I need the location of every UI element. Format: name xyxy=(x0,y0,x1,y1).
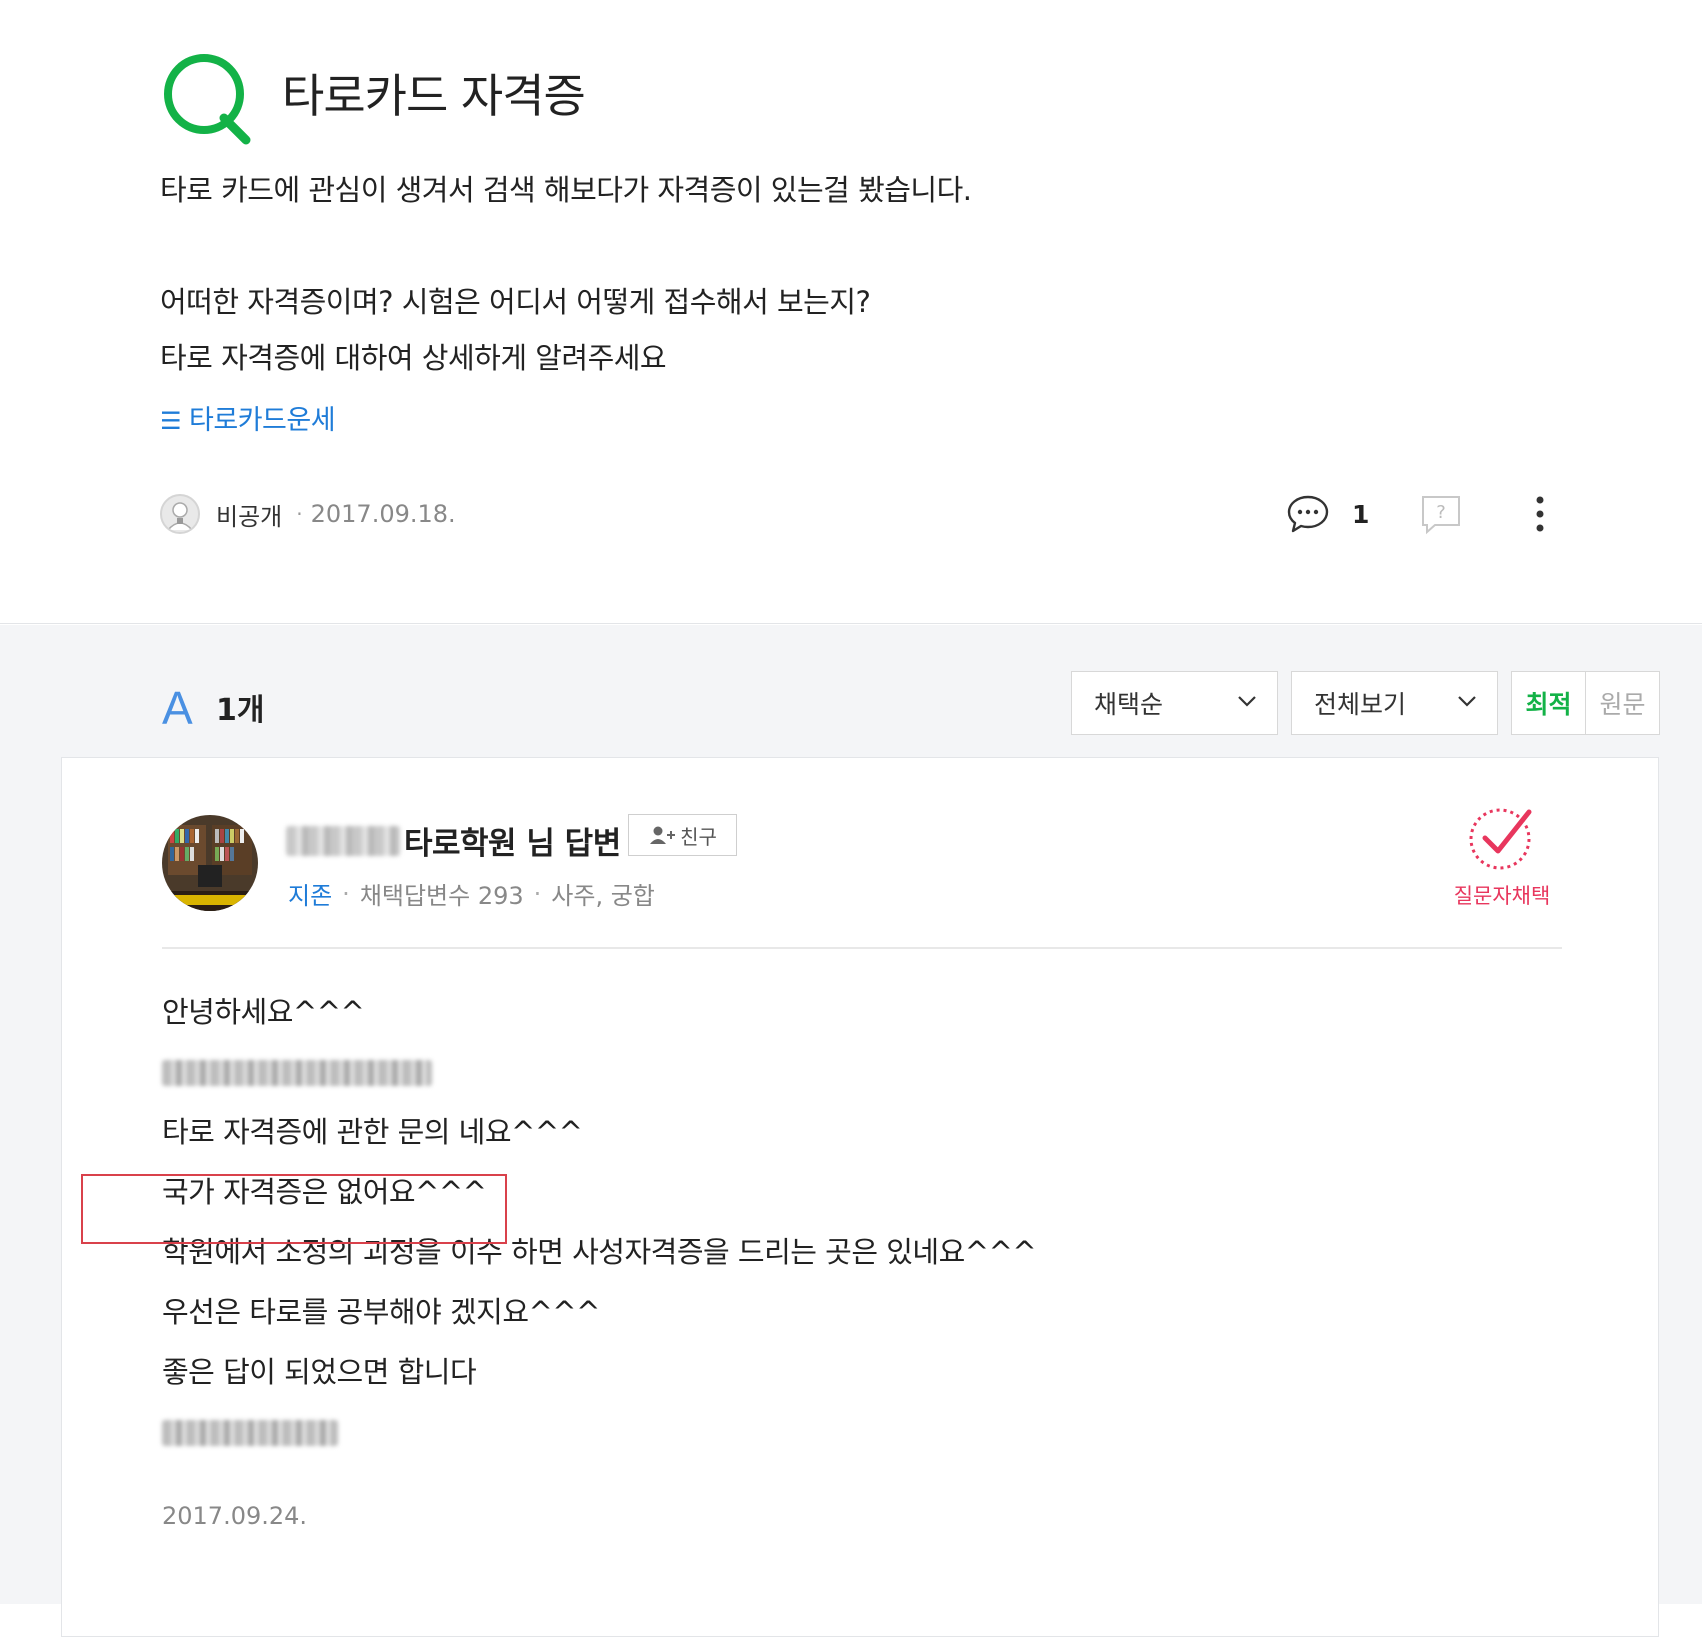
question-help-icon[interactable]: ? xyxy=(1419,493,1463,535)
answerer-name-label: 타로학원 님 답변 xyxy=(404,826,621,862)
answerer-rank[interactable]: 지존 xyxy=(288,876,332,911)
chevron-down-icon xyxy=(1238,696,1256,707)
answer-line: 타로 자격증에 관한 문의 네요^^^ xyxy=(162,1115,583,1149)
view-toggle: 최적 원문 xyxy=(1511,671,1660,735)
answerer-info: 지존 · 채택답변수 293 · 사주, 궁합 xyxy=(288,876,655,911)
filter-select-label: 전체보기 xyxy=(1314,690,1407,719)
comment-count: 1 xyxy=(1352,499,1370,529)
adopted-label: 질문자채택 xyxy=(1453,884,1551,908)
answer-divider xyxy=(162,947,1562,949)
highlight-box xyxy=(81,1174,507,1244)
question-author: 비공개 xyxy=(216,502,283,531)
answers-section: A 1개 채택순 전체보기 최적 원문 타로학원 님 답변 친구 지존 · 채택… xyxy=(0,625,1702,1637)
meta-separator: · xyxy=(296,502,303,526)
question-date: 2017.09.18. xyxy=(310,500,456,528)
sort-select[interactable]: 채택순 xyxy=(1071,671,1278,735)
adopted-answer-count: 채택답변수 293 xyxy=(359,882,524,910)
question-meta: 비공개 · 2017.09.18. xyxy=(160,494,456,534)
blurred-name-prefix xyxy=(286,825,400,856)
blurred-text xyxy=(162,1420,338,1446)
question-body-line xyxy=(160,218,972,274)
answer-a-icon: A xyxy=(162,682,193,734)
answerer-fields: 사주, 궁합 xyxy=(551,882,655,910)
sort-select-label: 채택순 xyxy=(1094,690,1164,719)
question-body-line: 어떠한 자격증이며? 시험은 어디서 어떻게 접수해서 보는지? xyxy=(160,285,871,319)
question-title: 타로카드 자격증 xyxy=(282,69,586,123)
answer-line: 우선은 타로를 공부해야 겠지요^^^ xyxy=(162,1295,600,1329)
answer-line: 안녕하세요^^^ xyxy=(162,995,365,1029)
question-body: 타로 카드에 관심이 생겨서 검색 해보다가 자격증이 있는걸 봤습니다. 어떠… xyxy=(160,162,972,386)
answerer-avatar[interactable] xyxy=(162,815,258,911)
svg-text:?: ? xyxy=(1437,502,1447,523)
question-tag-link[interactable]: ☰ 타로카드운세 xyxy=(160,398,336,437)
questioner-adopted-badge: 질문자채택 xyxy=(1442,802,1562,910)
answerer-name[interactable]: 타로학원 님 답변 xyxy=(286,818,621,863)
answer-line-blurred xyxy=(162,1404,1036,1464)
chevron-down-icon xyxy=(1458,696,1476,707)
add-user-icon xyxy=(650,826,676,844)
add-friend-button[interactable]: 친구 xyxy=(628,814,737,856)
question-q-icon xyxy=(164,54,251,145)
comment-icon[interactable] xyxy=(1286,493,1330,535)
tag-menu-icon: ☰ xyxy=(160,407,182,435)
question-body-line: 타로 자격증에 대하여 상세하게 알려주세요 xyxy=(160,341,667,375)
info-separator: · xyxy=(342,879,350,908)
answer-line-blurred xyxy=(162,1044,1036,1104)
blurred-text xyxy=(162,1060,432,1086)
answer-count: 1개 xyxy=(216,693,265,728)
question-section: 타로카드 자격증 타로 카드에 관심이 생겨서 검색 해보다가 자격증이 있는걸… xyxy=(0,0,1702,624)
filter-select[interactable]: 전체보기 xyxy=(1291,671,1498,735)
answer-date: 2017.09.24. xyxy=(162,1502,308,1530)
info-separator: · xyxy=(533,879,542,908)
add-friend-label: 친구 xyxy=(680,824,717,849)
question-body-line: 타로 카드에 관심이 생겨서 검색 해보다가 자격증이 있는걸 봤습니다. xyxy=(160,173,972,207)
question-tag-label: 타로카드운세 xyxy=(189,405,336,436)
more-options-icon[interactable] xyxy=(1535,494,1545,534)
adopted-check-icon xyxy=(1469,808,1532,870)
toggle-original-button[interactable]: 원문 xyxy=(1586,672,1659,734)
anonymous-avatar-icon xyxy=(160,494,200,534)
answer-line: 좋은 답이 되었으면 합니다 xyxy=(162,1355,477,1389)
question-actions: 1 ? xyxy=(1286,492,1545,536)
toggle-best-button[interactable]: 최적 xyxy=(1512,672,1586,734)
